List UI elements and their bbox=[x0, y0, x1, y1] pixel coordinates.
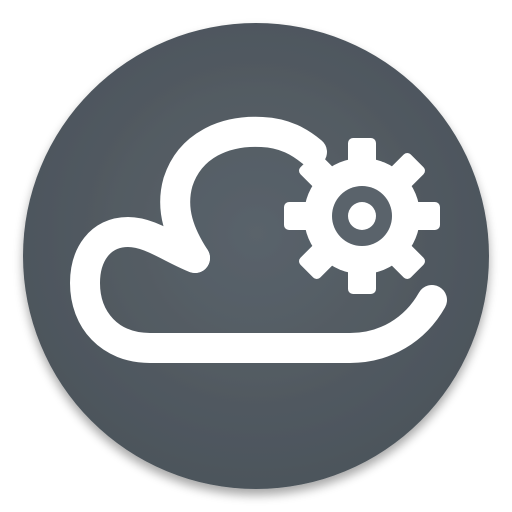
cloud-settings-app-icon bbox=[23, 23, 489, 489]
app-icon-canvas bbox=[0, 0, 512, 512]
gear-icon bbox=[284, 138, 440, 294]
